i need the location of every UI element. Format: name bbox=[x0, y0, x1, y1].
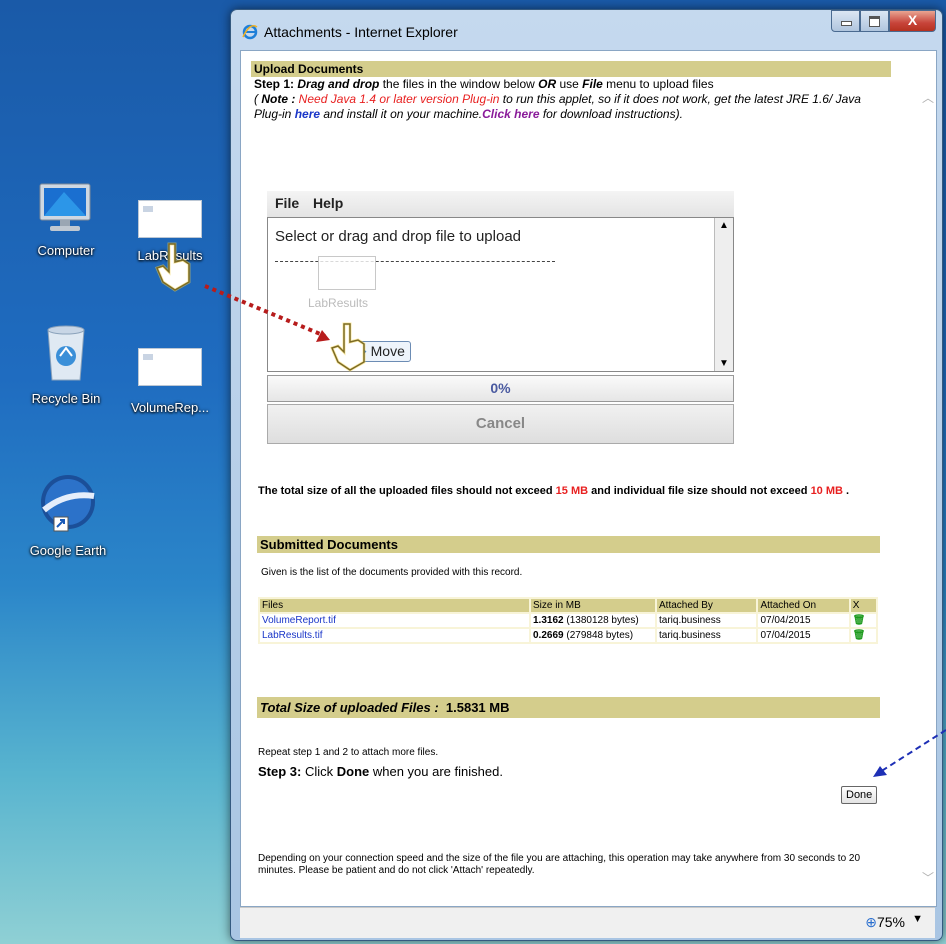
jre-here-link[interactable]: here bbox=[295, 107, 320, 121]
download-instructions-link[interactable]: Click here bbox=[482, 107, 539, 121]
move-label: Move bbox=[370, 343, 405, 359]
move-tooltip: ➔ Move bbox=[349, 341, 411, 362]
step3-label: Step 3: bbox=[258, 764, 302, 779]
delete-trash-icon[interactable]: 🗑 bbox=[853, 630, 866, 641]
zoom-dropdown-icon[interactable]: ▼ bbox=[912, 913, 923, 925]
attached-by: tariq.business bbox=[657, 614, 757, 627]
dashed-divider bbox=[275, 261, 555, 262]
desktop-icon-google-earth[interactable]: Google Earth bbox=[18, 472, 118, 558]
close-button[interactable]: X bbox=[889, 10, 936, 32]
total-size-bar: Total Size of uploaded Files : 1.5831 MB bbox=[257, 697, 880, 718]
connection-speed-note: Depending on your connection speed and t… bbox=[258, 853, 861, 876]
dragged-file-ghost bbox=[318, 256, 376, 290]
column-header: X bbox=[850, 599, 876, 612]
desktop-icon-volumereport[interactable]: VolumeRep... bbox=[120, 348, 220, 415]
use-text: use bbox=[556, 77, 583, 91]
file-drop-area[interactable]: Select or drag and drop file to upload L… bbox=[267, 217, 734, 372]
total-limit: 15 MB bbox=[555, 485, 589, 497]
submitted-documents-heading: Submitted Documents bbox=[257, 536, 880, 553]
zoom-icon: ⊕ bbox=[865, 914, 877, 930]
scroll-down-arrow-icon[interactable]: ▼ bbox=[719, 358, 729, 369]
applet-menubar: File Help bbox=[267, 191, 734, 217]
ie-window: Attachments - Internet Explorer X Upload… bbox=[230, 9, 943, 941]
or-text: OR bbox=[538, 77, 557, 91]
computer-icon bbox=[39, 183, 91, 231]
zoom-level[interactable]: ⊕75% bbox=[865, 914, 905, 931]
window-title: Attachments - Internet Explorer bbox=[264, 24, 458, 40]
page-content: Upload Documents Step 1: Drag and drop t… bbox=[240, 50, 937, 907]
note-text-2: and install it on your machine. bbox=[320, 107, 483, 121]
drop-instruction: Select or drag and drop file to upload bbox=[275, 228, 521, 245]
page-scrollbar[interactable]: ︿ ﹀ bbox=[918, 51, 936, 906]
note-label: Note : bbox=[261, 92, 296, 106]
menu-help[interactable]: Help bbox=[313, 195, 343, 211]
step1-text: the files in the window below bbox=[379, 77, 539, 91]
attached-by: tariq.business bbox=[657, 629, 757, 642]
documents-table: Files Size in MB Attached By Attached On… bbox=[258, 597, 878, 644]
total-size-value: 1.5831 MB bbox=[445, 700, 510, 715]
scroll-up-arrow-icon[interactable]: ▲ bbox=[719, 220, 729, 231]
menu-file[interactable]: File bbox=[275, 195, 299, 211]
move-arrow-icon: ➔ bbox=[355, 343, 367, 359]
desktop-icon-label: LabResults bbox=[137, 248, 203, 263]
file-link[interactable]: LabResults.tif bbox=[262, 630, 323, 641]
column-header: Files bbox=[260, 599, 529, 612]
dragged-file-label: LabResults bbox=[308, 296, 369, 310]
desktop-icon-recycle-bin[interactable]: Recycle Bin bbox=[16, 322, 116, 406]
internet-explorer-icon bbox=[242, 24, 258, 40]
desktop-icon-computer[interactable]: Computer bbox=[16, 180, 116, 258]
total-size-label: Total Size of uploaded Files : bbox=[260, 700, 439, 715]
step3-done-word: Done bbox=[336, 764, 370, 779]
google-earth-icon bbox=[41, 475, 95, 532]
upload-progress: 0% bbox=[267, 375, 734, 402]
desktop-icon-labresults[interactable]: LabResults bbox=[120, 200, 220, 263]
desktop-icon-label: VolumeRep... bbox=[130, 400, 210, 415]
limit-text-2: and individual file size should not exce… bbox=[588, 485, 811, 497]
attached-on: 07/04/2015 bbox=[758, 629, 849, 642]
step3-instruction: Step 3: Click Done when you are finished… bbox=[258, 764, 503, 779]
file-link[interactable]: VolumeReport.tif bbox=[262, 615, 336, 626]
step1-end-text: menu to upload files bbox=[602, 77, 714, 91]
drag-and-drop-text: Drag and drop bbox=[297, 77, 380, 91]
step3-end: when you are finished. bbox=[369, 764, 503, 779]
file-size: 1.3162 (1380128 bytes) bbox=[531, 614, 655, 627]
column-header: Attached On bbox=[758, 599, 849, 612]
image-file-thumbnail bbox=[138, 348, 202, 386]
window-titlebar[interactable]: Attachments - Internet Explorer X bbox=[231, 10, 942, 50]
maximize-button[interactable] bbox=[860, 10, 889, 32]
desktop-icon-label: Google Earth bbox=[29, 543, 107, 558]
limit-text: The total size of all the uploaded files… bbox=[258, 485, 556, 497]
file-limit: 10 MB bbox=[810, 485, 843, 497]
step1-instructions: Step 1: Drag and drop the files in the w… bbox=[251, 77, 891, 122]
recycle-bin-icon bbox=[47, 325, 85, 381]
image-file-thumbnail bbox=[138, 200, 202, 238]
column-header: Size in MB bbox=[531, 599, 655, 612]
size-limit-note: The total size of all the uploaded files… bbox=[258, 485, 878, 497]
repeat-instruction: Repeat step 1 and 2 to attach more files… bbox=[258, 747, 439, 758]
note-end: for download instructions). bbox=[539, 107, 683, 121]
desktop-icon-label: Recycle Bin bbox=[31, 391, 101, 406]
file-size: 0.2669 (279848 bytes) bbox=[531, 629, 655, 642]
upload-applet: File Help Select or drag and drop file t… bbox=[267, 191, 734, 448]
table-row: VolumeReport.tif 1.3162 (1380128 bytes) … bbox=[260, 614, 876, 627]
status-bar: ⊕75% ▼ bbox=[240, 907, 935, 938]
limit-end: . bbox=[842, 485, 850, 497]
java-requirement-text: Need Java 1.4 or later version Plug-in bbox=[295, 92, 500, 106]
column-header: Attached By bbox=[657, 599, 757, 612]
attached-on: 07/04/2015 bbox=[758, 614, 849, 627]
scroll-down-chevron-icon[interactable]: ﹀ bbox=[922, 869, 934, 886]
table-row: LabResults.tif 0.2669 (279848 bytes) tar… bbox=[260, 629, 876, 642]
minimize-button[interactable] bbox=[831, 10, 860, 32]
documents-description: Given is the list of the documents provi… bbox=[261, 567, 523, 578]
delete-trash-icon[interactable]: 🗑 bbox=[853, 615, 866, 626]
step3-text: Click bbox=[301, 764, 337, 779]
upload-documents-heading: Upload Documents bbox=[251, 61, 891, 77]
step1-label: Step 1: bbox=[254, 77, 295, 91]
drop-area-scrollbar[interactable]: ▲ ▼ bbox=[714, 218, 733, 371]
file-text: File bbox=[582, 77, 603, 91]
done-button[interactable]: Done bbox=[841, 786, 878, 804]
cancel-button[interactable]: Cancel bbox=[267, 404, 734, 444]
scroll-up-chevron-icon[interactable]: ︿ bbox=[922, 89, 934, 106]
desktop-icon-label: Computer bbox=[37, 243, 95, 258]
